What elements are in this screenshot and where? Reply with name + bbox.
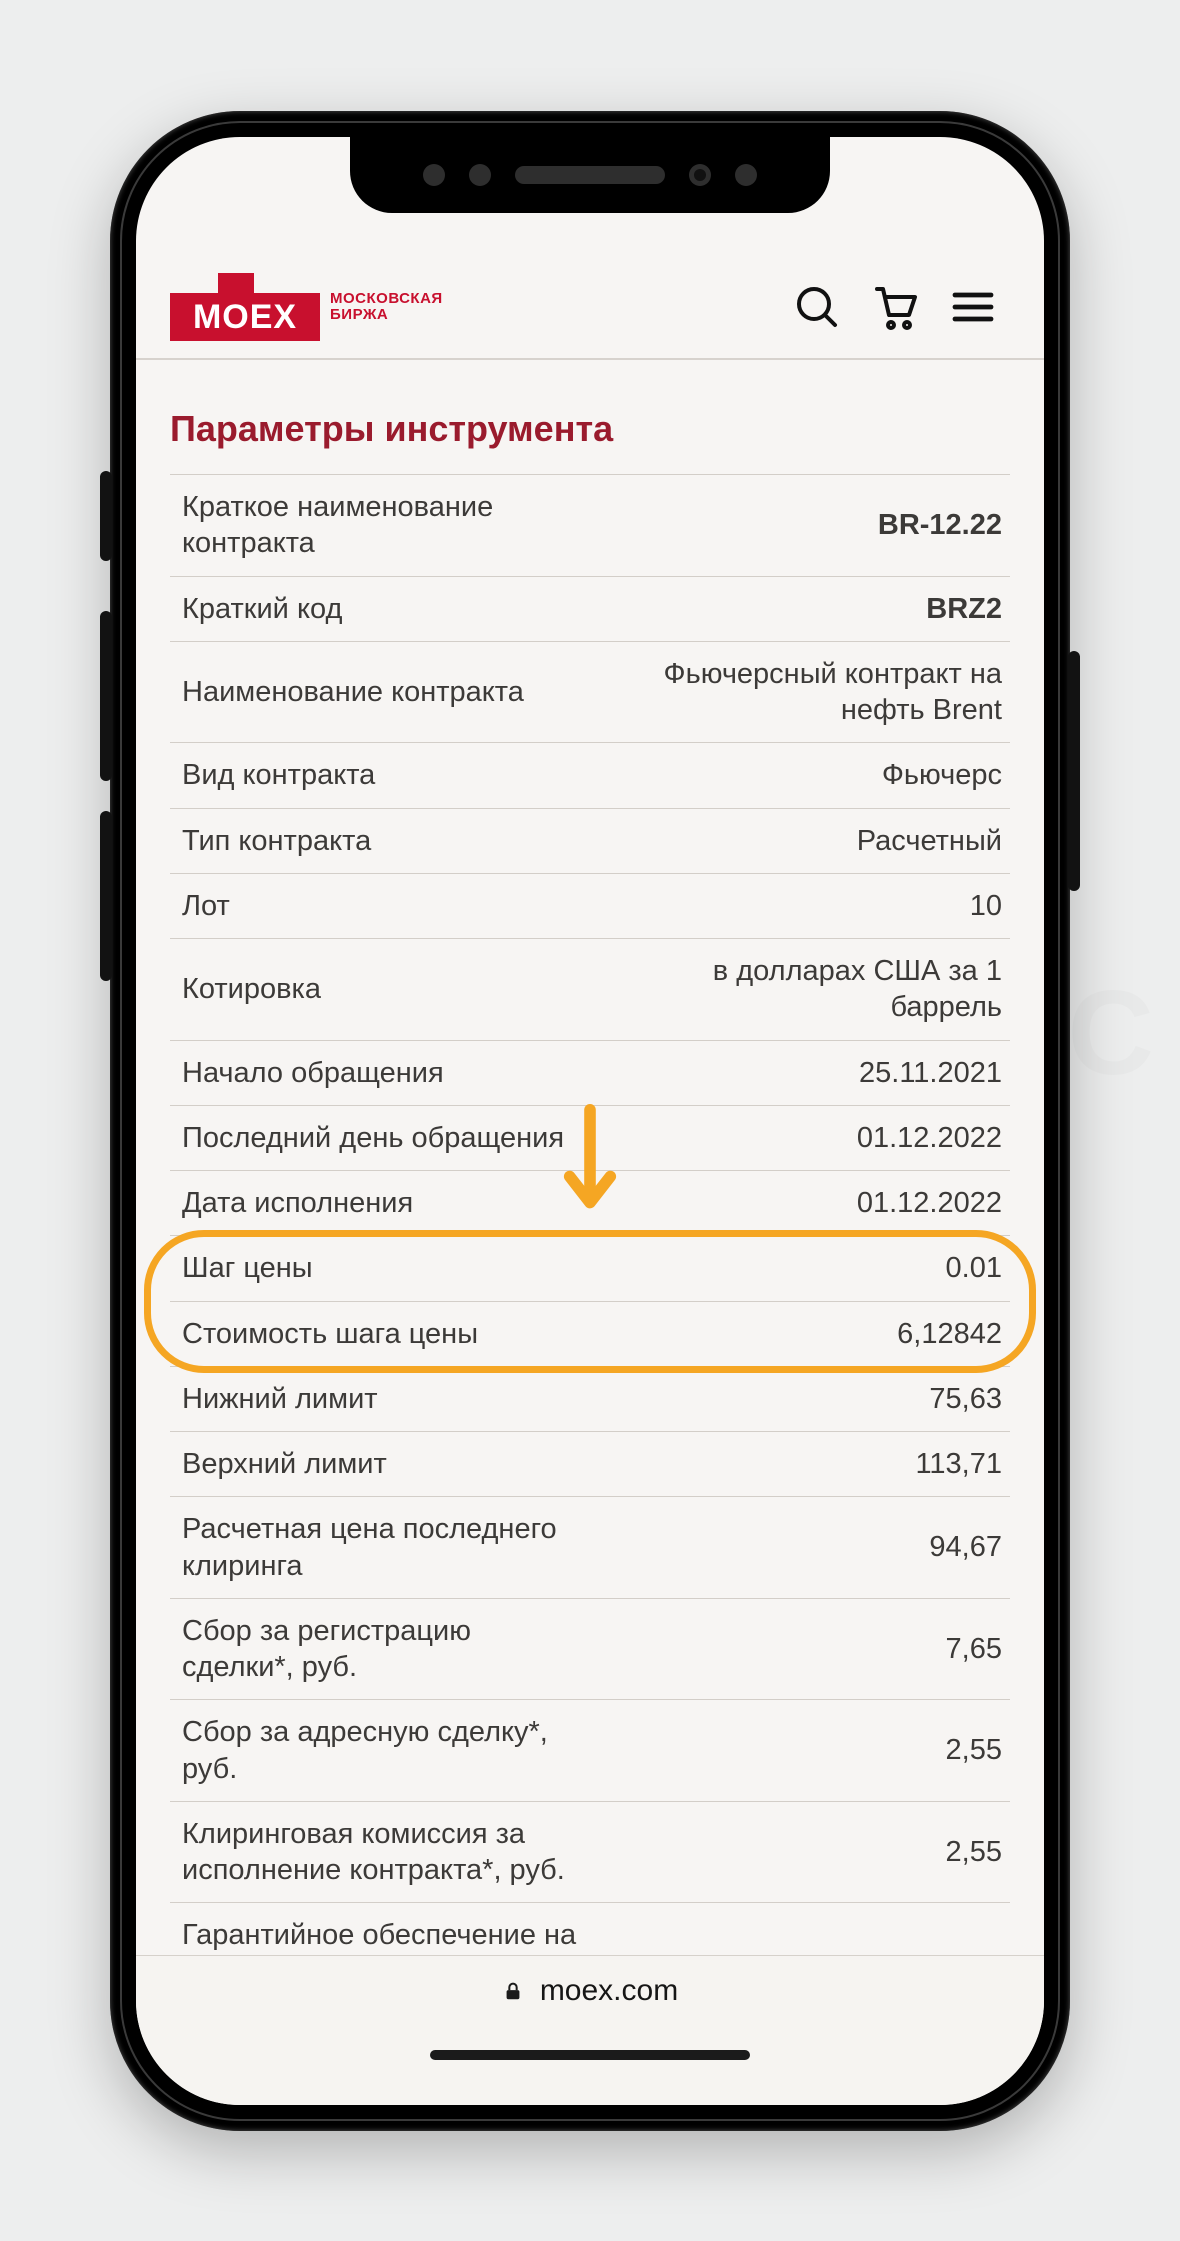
- row-value: Расчетный: [607, 823, 1002, 859]
- row-label: Начало обращения: [182, 1055, 577, 1091]
- sensor-dot: [469, 164, 491, 186]
- row-value: Фьючерс: [607, 757, 1002, 793]
- table-row: Начало обращения 25.11.2021: [170, 1041, 1010, 1106]
- sensor-dot: [423, 164, 445, 186]
- logo-text: MOEX: [170, 293, 320, 341]
- sensor-dot: [735, 164, 757, 186]
- row-value: 7,65: [607, 1631, 1002, 1667]
- address-bar[interactable]: moex.com: [502, 1974, 678, 2008]
- phone-side-button: [100, 471, 112, 561]
- row-value: 6,12842: [607, 1316, 1002, 1352]
- row-label: Стоимость шага цены: [182, 1316, 577, 1352]
- row-label: Верхний лимит: [182, 1446, 577, 1482]
- phone-power-button: [1068, 651, 1080, 891]
- row-value: 01.12.2022: [607, 1185, 1002, 1221]
- cart-icon[interactable]: [868, 280, 922, 334]
- browser-bottom-bar: moex.com: [136, 1955, 1044, 2105]
- table-row: Шаг цены 0.01: [170, 1236, 1010, 1301]
- row-label: Краткое наименование контракта: [182, 489, 577, 562]
- screen: MOEX МОСКОВСКАЯ БИРЖА: [136, 137, 1044, 2105]
- row-label: Расчетная цена последнего клиринга: [182, 1511, 577, 1584]
- row-label: Тип контракта: [182, 823, 577, 859]
- row-value: 0.01: [607, 1250, 1002, 1286]
- row-label: Клиринговая комиссия за исполнение контр…: [182, 1816, 577, 1889]
- row-value: в долларах США за 1 баррель: [607, 953, 1002, 1026]
- table-row: Сбор за адресную сделку*, руб. 2,55: [170, 1700, 1010, 1802]
- row-label: Вид контракта: [182, 757, 577, 793]
- table-row: Верхний лимит 113,71: [170, 1432, 1010, 1497]
- table-row: Тип контракта Расчетный: [170, 809, 1010, 874]
- row-label: Котировка: [182, 971, 577, 1007]
- table-row: Наименование контракта Фьючерсный контрак…: [170, 642, 1010, 744]
- url-text: moex.com: [540, 1974, 678, 2008]
- row-value: 113,71: [607, 1446, 1002, 1482]
- table-row: Стоимость шага цены 6,12842: [170, 1302, 1010, 1367]
- row-label: Лот: [182, 888, 577, 924]
- phone-frame: MOEX МОСКОВСКАЯ БИРЖА: [110, 111, 1070, 2131]
- row-value: BRZ2: [607, 591, 1002, 627]
- front-camera: [689, 164, 711, 186]
- table-row: Клиринговая комиссия за исполнение контр…: [170, 1802, 1010, 1904]
- row-value: 10: [607, 888, 1002, 924]
- row-value: 01.12.2022: [607, 1120, 1002, 1156]
- row-label: Нижний лимит: [182, 1381, 577, 1417]
- parameters-table: Краткое наименование контрактаBR-12.22Кр…: [170, 474, 1010, 1954]
- table-row: Краткий код BRZ2: [170, 577, 1010, 642]
- row-value: 2,55: [607, 1834, 1002, 1870]
- row-value: 94,67: [607, 1529, 1002, 1565]
- table-row: Расчетная цена последнего клиринга 94,67: [170, 1497, 1010, 1599]
- logo-subtitle: МОСКОВСКАЯ БИРЖА: [330, 291, 443, 324]
- table-row: Краткое наименование контракта BR-12.22: [170, 475, 1010, 577]
- row-label: Сбор за регистрацию сделки*, руб.: [182, 1613, 577, 1686]
- row-label: Краткий код: [182, 591, 577, 627]
- search-icon[interactable]: [790, 280, 844, 334]
- phone-volume-down: [100, 811, 112, 981]
- row-value: 25.11.2021: [607, 1055, 1002, 1091]
- table-row: Последний день обращения 01.12.2022: [170, 1106, 1010, 1171]
- section-title: Параметры инструмента: [170, 380, 1010, 474]
- row-label: Гарантийное обеспечение на первом уровне…: [182, 1917, 577, 1954]
- table-row: Нижний лимит 75,63: [170, 1367, 1010, 1432]
- phone-volume-up: [100, 611, 112, 781]
- speaker-grill: [515, 166, 665, 184]
- row-label: Шаг цены: [182, 1250, 577, 1286]
- moex-logo[interactable]: MOEX МОСКОВСКАЯ БИРЖА: [170, 273, 443, 341]
- table-row: Лот 10: [170, 874, 1010, 939]
- lock-icon: [502, 1978, 524, 2004]
- row-label: Последний день обращения: [182, 1120, 577, 1156]
- logo-mark: MOEX: [170, 273, 320, 341]
- table-row: Вид контракта Фьючерс: [170, 743, 1010, 808]
- table-row: Дата исполнения 01.12.2022: [170, 1171, 1010, 1236]
- row-label: Дата исполнения: [182, 1185, 577, 1221]
- highlight-annotation: Шаг цены 0.01 Стоимость шага цены 6,12842: [170, 1236, 1010, 1367]
- site-header: MOEX МОСКОВСКАЯ БИРЖА: [136, 257, 1044, 361]
- row-value: 2,55: [607, 1732, 1002, 1768]
- table-row: Сбор за регистрацию сделки*, руб. 7,65: [170, 1599, 1010, 1701]
- menu-icon[interactable]: [946, 280, 1000, 334]
- content-area[interactable]: Параметры инструмента Краткое наименован…: [136, 360, 1044, 1954]
- table-row: Гарантийное обеспечение на первом уровне…: [170, 1903, 1010, 1954]
- row-label: Сбор за адресную сделку*, руб.: [182, 1714, 577, 1787]
- row-value: 75,63: [607, 1381, 1002, 1417]
- table-row: Котировка в долларах США за 1 баррель: [170, 939, 1010, 1041]
- row-value: Фьючерсный контракт на нефть Brent: [607, 656, 1002, 729]
- row-label: Наименование контракта: [182, 674, 577, 710]
- home-indicator[interactable]: [430, 2050, 750, 2060]
- row-value: BR-12.22: [607, 507, 1002, 543]
- notch: [350, 137, 830, 213]
